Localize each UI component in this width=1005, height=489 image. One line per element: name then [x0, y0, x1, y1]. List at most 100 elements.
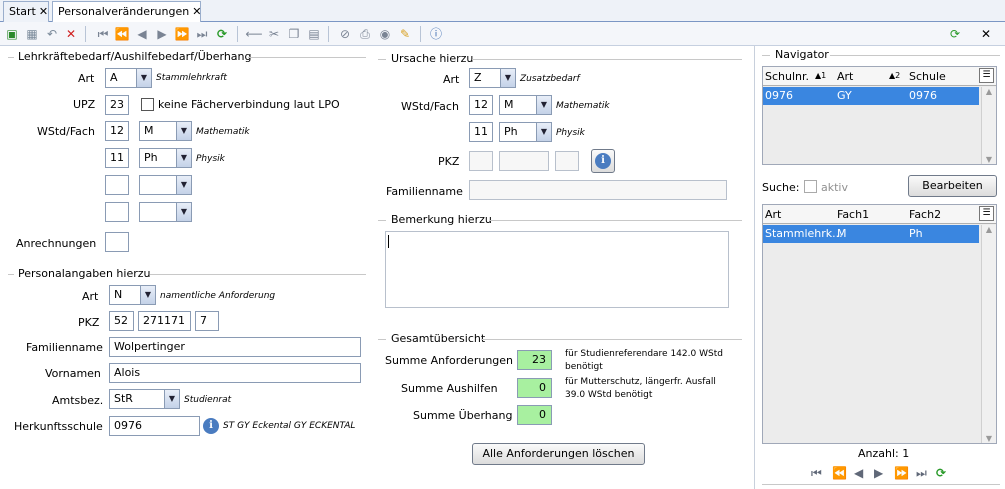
familienname-input[interactable]: Wolpertinger — [109, 337, 361, 357]
table-row[interactable]: 0976 GY 0976 — [763, 87, 979, 105]
ursache-familienname-input[interactable] — [469, 180, 727, 200]
undo-icon[interactable]: ↶ — [43, 25, 61, 43]
toolbar-separator — [328, 26, 329, 42]
bearbeiten-button[interactable]: Bearbeiten — [908, 175, 997, 197]
chevron-down-icon[interactable]: ▼ — [176, 122, 191, 140]
ursache-wstd-input[interactable]: 12 — [469, 95, 493, 115]
ursache-fach-combo[interactable]: M ▼ — [499, 95, 552, 115]
column-header-fach1[interactable]: Fach1 — [837, 208, 869, 221]
anrechnungen-input[interactable] — [105, 232, 129, 252]
scroll-down-icon[interactable]: ▼ — [982, 434, 996, 443]
fach-combo[interactable]: ▼ — [139, 175, 192, 195]
close-icon[interactable]: ✕ — [39, 5, 48, 18]
bemerkung-textarea[interactable] — [385, 231, 729, 308]
chevron-down-icon[interactable]: ▼ — [500, 69, 515, 87]
first-record-icon[interactable]: ⏮ — [94, 25, 112, 43]
chevron-down-icon[interactable]: ▼ — [176, 149, 191, 167]
fach-combo[interactable]: ▼ — [139, 202, 192, 222]
preview-icon[interactable]: ◉ — [376, 25, 394, 43]
next-record-icon[interactable]: ▶ — [153, 25, 171, 43]
refresh-icon[interactable]: ⟳ — [936, 466, 946, 480]
cut-icon[interactable]: ✂ — [265, 25, 283, 43]
pkz-part1-input[interactable]: 52 — [109, 311, 134, 331]
vertical-scrollbar[interactable]: ▲ ▼ — [981, 225, 996, 443]
attach-icon[interactable]: ⊘ — [336, 25, 354, 43]
column-header-art[interactable]: Art — [837, 70, 853, 83]
vertical-scrollbar[interactable]: ▲ ▼ — [981, 87, 996, 164]
wstd-input[interactable]: 11 — [105, 148, 129, 168]
prev-record-icon[interactable]: ◀ — [133, 25, 151, 43]
vornamen-label: Vornamen — [45, 367, 101, 380]
toolbar-separator — [237, 26, 238, 42]
column-header-fach2[interactable]: Fach2 — [909, 208, 941, 221]
new-icon[interactable]: ▣ — [3, 25, 21, 43]
copy-icon[interactable]: ❐ — [285, 25, 303, 43]
scroll-up-icon[interactable]: ▲ — [982, 225, 996, 234]
save-icon[interactable]: ▦ — [23, 25, 41, 43]
wstd-input[interactable]: 12 — [105, 121, 129, 141]
ursache-art-combo[interactable]: Z ▼ — [469, 68, 516, 88]
chevron-down-icon[interactable]: ▼ — [536, 96, 551, 114]
tab-personalveraenderungen[interactable]: Personalveränderungen ✕ — [52, 1, 201, 22]
column-header-schulnr[interactable]: Schulnr. — [765, 70, 809, 83]
herkunftsschule-input[interactable]: 0976 — [109, 416, 200, 436]
prev-page-icon[interactable]: ⏪ — [113, 25, 131, 43]
next-page-icon[interactable]: ⏩ — [173, 25, 191, 43]
column-header-schule[interactable]: Schule — [909, 70, 946, 83]
chevron-down-icon[interactable]: ▼ — [164, 390, 179, 408]
pkz-part3-input[interactable]: 7 — [195, 311, 219, 331]
chevron-down-icon[interactable]: ▼ — [140, 286, 155, 304]
column-header-art[interactable]: Art — [765, 208, 781, 221]
pkz-part2-input[interactable]: 271171 — [138, 311, 191, 331]
table-row[interactable]: Stammlehrk... M Ph — [763, 225, 979, 243]
last-record-icon[interactable]: ⏭ — [193, 25, 211, 43]
ursache-pkz-part2-input[interactable] — [499, 151, 549, 171]
alle-anforderungen-loeschen-button[interactable]: Alle Anforderungen löschen — [472, 443, 645, 465]
chevron-down-icon[interactable]: ▼ — [536, 123, 551, 141]
ursache-info-button[interactable]: i — [591, 149, 615, 173]
tab-bar: Start ✕ Personalveränderungen ✕ — [0, 0, 1005, 22]
nav-next-page-icon[interactable]: ⏩ — [894, 466, 909, 480]
personal-art-combo[interactable]: N ▼ — [109, 285, 156, 305]
print-icon[interactable]: ⎙ — [356, 25, 374, 43]
fach-combo[interactable]: M ▼ — [139, 121, 192, 141]
tab-start[interactable]: Start ✕ — [3, 1, 49, 22]
keine-faecherverbindung-checkbox[interactable] — [141, 98, 154, 111]
info-icon[interactable]: i — [203, 418, 219, 434]
delete-icon[interactable]: ✕ — [62, 25, 80, 43]
upz-input[interactable]: 23 — [105, 95, 129, 115]
column-chooser-icon[interactable]: ☰ — [979, 68, 994, 83]
scroll-up-icon[interactable]: ▲ — [982, 87, 996, 96]
close-icon[interactable]: ✕ — [977, 25, 995, 43]
wstd-input[interactable] — [105, 202, 129, 222]
panel-splitter[interactable] — [754, 46, 755, 489]
help-icon[interactable]: ⓘ — [427, 25, 445, 43]
refresh-icon[interactable]: ⟳ — [213, 25, 231, 43]
amtsbez-combo[interactable]: StR ▼ — [109, 389, 180, 409]
nav-next-icon[interactable]: ▶ — [874, 466, 883, 480]
nav-first-icon[interactable]: ⏮ — [811, 466, 822, 481]
scroll-down-icon[interactable]: ▼ — [982, 155, 996, 164]
paste-icon[interactable]: ▤ — [305, 25, 323, 43]
chevron-down-icon[interactable]: ▼ — [176, 203, 191, 221]
nav-prev-icon[interactable]: ◀ — [854, 466, 863, 480]
aktiv-checkbox[interactable] — [804, 180, 817, 193]
close-icon[interactable]: ✕ — [192, 5, 201, 18]
arrow-left-icon[interactable]: ⟵ — [245, 25, 263, 43]
ursache-pkz-part3-input[interactable] — [555, 151, 579, 171]
sync-icon[interactable]: ⟳ — [946, 25, 964, 43]
vornamen-input[interactable]: Alois — [109, 363, 361, 383]
nav-prev-page-icon[interactable]: ⏪ — [832, 466, 847, 480]
fach-combo[interactable]: Ph ▼ — [139, 148, 192, 168]
ursache-pkz-part1-input[interactable] — [469, 151, 493, 171]
clear-icon[interactable]: ✎ — [396, 25, 414, 43]
ursache-wstd-input[interactable]: 11 — [469, 122, 493, 142]
wstd-input[interactable] — [105, 175, 129, 195]
nav-last-icon[interactable]: ⏭ — [916, 466, 927, 481]
ursache-fach-combo[interactable]: Ph ▼ — [499, 122, 552, 142]
chevron-down-icon[interactable]: ▼ — [176, 176, 191, 194]
art-combo[interactable]: A ▼ — [105, 68, 152, 88]
ursache-wstd-label: WStd/Fach — [401, 100, 459, 113]
chevron-down-icon[interactable]: ▼ — [136, 69, 151, 87]
column-chooser-icon[interactable]: ☰ — [979, 206, 994, 221]
